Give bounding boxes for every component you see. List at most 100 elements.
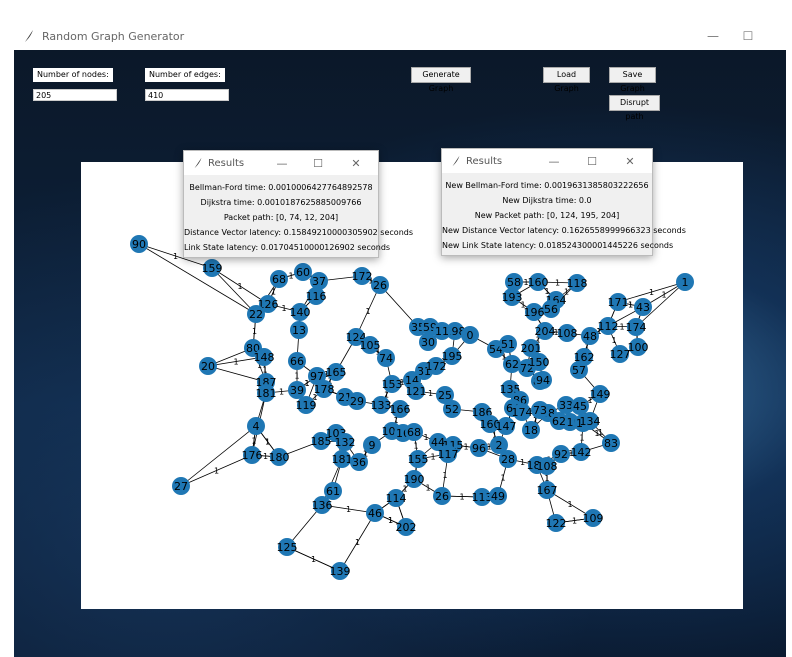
graph-node-label: 27 bbox=[174, 480, 188, 493]
close-icon[interactable]: ✕ bbox=[340, 151, 372, 175]
graph-node-label: 166 bbox=[390, 403, 411, 416]
results-dialog-1-titlebar: Results — ☐ ✕ bbox=[184, 151, 378, 175]
edge-weight-label: 1 bbox=[237, 282, 242, 291]
feather-icon bbox=[194, 157, 202, 169]
graph-node-label: 167 bbox=[537, 484, 558, 497]
minimize-button[interactable]: — bbox=[693, 22, 733, 50]
feather-icon bbox=[452, 155, 460, 167]
graph-node-label: 33 bbox=[559, 399, 573, 412]
graph-node-label: 1 bbox=[682, 276, 689, 289]
graph-node-label: 29 bbox=[350, 395, 364, 408]
edge-weight-label: 1 bbox=[619, 323, 624, 332]
graph-node-label: 117 bbox=[438, 448, 459, 461]
results-dialog-1: Results — ☐ ✕ Bellman-Ford time: 0.00100… bbox=[183, 150, 414, 258]
graph-node-label: 46 bbox=[368, 507, 382, 520]
graph-node-label: 62 bbox=[505, 358, 519, 371]
edge-weight-label: 1 bbox=[346, 505, 351, 514]
graph-node-label: 68 bbox=[272, 273, 286, 286]
edge-weight-label: 1 bbox=[594, 429, 599, 438]
edge-weight-label: 1 bbox=[233, 358, 238, 367]
edge-weight-label: 1 bbox=[459, 493, 464, 502]
graph-node-label: 43 bbox=[636, 301, 650, 314]
graph-node-label: 68 bbox=[407, 426, 421, 439]
graph-node-label: 125 bbox=[277, 541, 298, 554]
edge-weight-label: 1 bbox=[579, 434, 584, 443]
graph-node-label: 181 bbox=[256, 387, 277, 400]
graph-node-label: 51 bbox=[501, 338, 515, 351]
graph-node-label: 58 bbox=[507, 276, 521, 289]
graph-node-label: 74 bbox=[379, 352, 393, 365]
new-packet-path: New Packet path: [0, 124, 195, 204] bbox=[474, 211, 620, 220]
graph-node-label: 171 bbox=[608, 296, 629, 309]
new-bellman-ford-time: New Bellman-Ford time: 0.001963138580322… bbox=[445, 181, 649, 190]
maximize-button[interactable]: ☐ bbox=[302, 151, 334, 175]
graph-node-label: 2 bbox=[496, 439, 503, 452]
new-dijkstra-time: New Dijkstra time: 0.0 bbox=[502, 196, 592, 205]
save-graph-button[interactable]: Save Graph bbox=[609, 67, 656, 93]
graph-node-label: 172 bbox=[426, 360, 447, 373]
edge-weight-label: 1 bbox=[355, 538, 360, 547]
graph-node-label: 22 bbox=[249, 308, 263, 321]
graph-node-label: 48 bbox=[583, 330, 597, 343]
edge-weight-label: 1 bbox=[611, 336, 616, 345]
graph-node-label: 150 bbox=[529, 356, 550, 369]
graph-node-label: 56 bbox=[544, 303, 558, 316]
graph-node-label: 116 bbox=[306, 290, 327, 303]
graph-node-label: 160 bbox=[528, 276, 549, 289]
edge-weight-label: 1 bbox=[661, 291, 666, 300]
dijkstra-time: Dijkstra time: 0.0010187625885009766 bbox=[200, 198, 362, 207]
new-link-state-latency: New Link State latency: 0.01852430000144… bbox=[442, 241, 674, 250]
graph-node-label: 97 bbox=[310, 370, 324, 383]
results-dialog-2: Results — ☐ ✕ New Bellman-Ford time: 0.0… bbox=[441, 148, 686, 256]
graph-node-label: 26 bbox=[435, 490, 449, 503]
graph-nodes: 901159686037 172264317117412622 1401161316… bbox=[130, 235, 694, 580]
graph-node-label: 100 bbox=[628, 341, 649, 354]
edge-weight-label: 1 bbox=[500, 474, 505, 483]
edge-weight-label: 1 bbox=[388, 516, 393, 525]
graph-node-label: 20 bbox=[201, 360, 215, 373]
graph-node-label: 60 bbox=[296, 266, 310, 279]
edge-weight-label: 1 bbox=[628, 301, 633, 310]
graph-node-label: 202 bbox=[396, 521, 417, 534]
graph-node-label: 118 bbox=[567, 277, 588, 290]
generate-graph-button[interactable]: Generate Graph bbox=[411, 67, 471, 93]
graph-node-label: 18 bbox=[524, 424, 538, 437]
graph-node-label: 96 bbox=[472, 442, 486, 455]
graph-node-label: 61 bbox=[326, 485, 340, 498]
graph-node-label: 52 bbox=[445, 403, 459, 416]
graph-node-label: 13 bbox=[292, 324, 306, 337]
graph-node-label: 30 bbox=[421, 336, 435, 349]
graph-node-label: 66 bbox=[290, 355, 304, 368]
graph-node-label: 90 bbox=[132, 238, 146, 251]
edge-weight-label: 1 bbox=[173, 252, 178, 261]
graph-node-label: 139 bbox=[330, 565, 351, 578]
edges-input[interactable]: 410 bbox=[145, 89, 229, 101]
graph-node-label: 62 bbox=[552, 415, 566, 428]
edge-weight-label: 1 bbox=[425, 484, 430, 493]
results-dialog-2-title: Results bbox=[466, 155, 503, 167]
distance-vector-latency: Distance Vector latency: 0.1584921000030… bbox=[184, 228, 414, 237]
graph-node-label: 174 bbox=[626, 321, 647, 334]
graph-node-label: 36 bbox=[352, 456, 366, 469]
graph-node-label: 83 bbox=[604, 437, 618, 450]
results-dialog-2-titlebar: Results — ☐ ✕ bbox=[442, 149, 652, 173]
graph-node-label: 37 bbox=[312, 275, 326, 288]
graph-node-label: 39 bbox=[290, 384, 304, 397]
edge-weight-label: 1 bbox=[442, 471, 447, 480]
minimize-button[interactable]: — bbox=[266, 151, 298, 175]
edge-weight-label: 1 bbox=[294, 372, 299, 381]
graph-node-label: 109 bbox=[583, 512, 604, 525]
graph-node-label: 127 bbox=[610, 348, 631, 361]
graph-node-label: 174 bbox=[512, 406, 533, 419]
nodes-input[interactable]: 205 bbox=[33, 89, 117, 101]
close-icon[interactable]: ✕ bbox=[614, 149, 646, 173]
graph-node-label: 108 bbox=[537, 460, 558, 473]
load-graph-button[interactable]: Load Graph bbox=[543, 67, 590, 93]
edge-weight-label: 1 bbox=[423, 433, 428, 442]
maximize-button[interactable]: ☐ bbox=[576, 149, 608, 173]
graph-node-label: 28 bbox=[501, 453, 515, 466]
disrupt-path-button[interactable]: Disrupt path bbox=[609, 95, 660, 121]
feather-icon bbox=[25, 30, 33, 42]
minimize-button[interactable]: — bbox=[538, 149, 570, 173]
maximize-button[interactable]: ☐ bbox=[728, 22, 768, 50]
